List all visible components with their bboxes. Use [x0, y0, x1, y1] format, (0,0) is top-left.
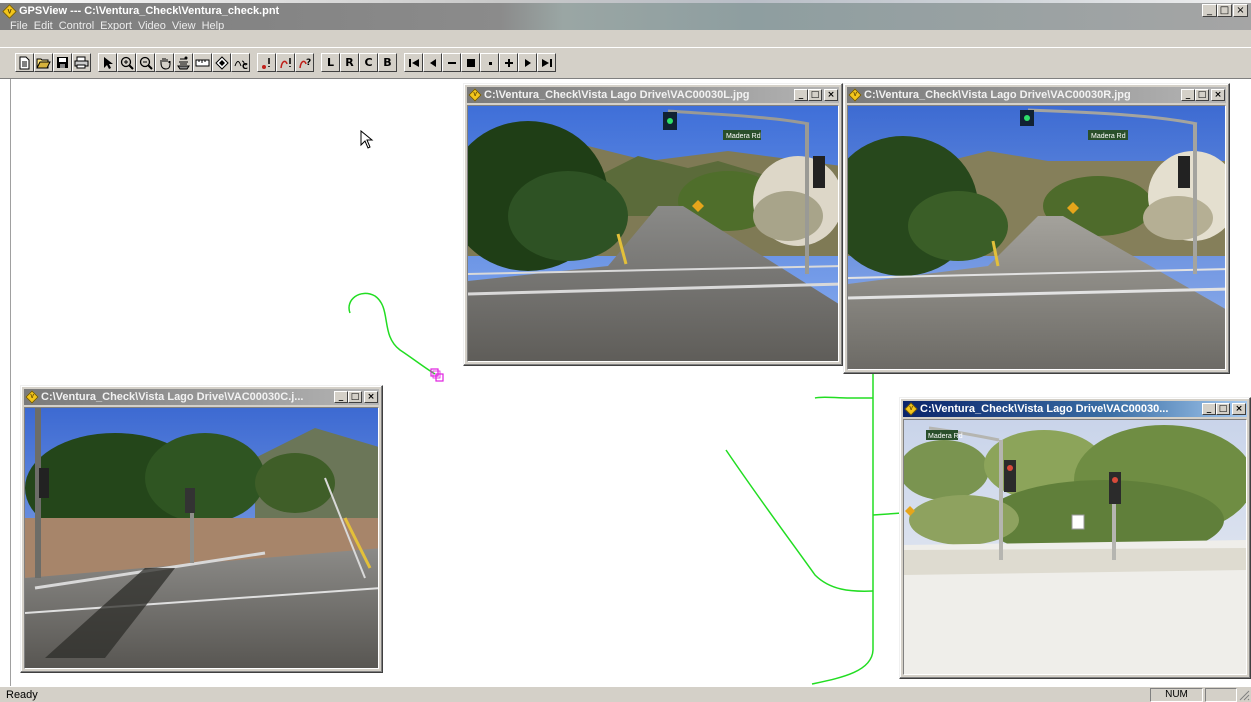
image-window-left-title: C:\Ventura_Check\Vista Lago Drive\VAC000…	[484, 89, 750, 101]
street-photo-left: Madera Rd	[467, 105, 839, 362]
status-text: Ready	[6, 689, 38, 701]
status-bar: Ready NUM	[0, 686, 1251, 702]
close-button[interactable]: ×	[824, 89, 838, 101]
image-window-left[interactable]: V C:\Ventura_Check\Vista Lago Drive\VAC0…	[463, 83, 843, 366]
gps-track-curve	[348, 292, 436, 375]
status-pane-empty	[1205, 688, 1237, 702]
minimize-button[interactable]: _	[794, 89, 808, 101]
image-window-center[interactable]: V C:\Ventura_Check\Vista Lago Drive\VAC0…	[20, 385, 383, 673]
image-window-back[interactable]: V C:\Ventura_Check\Vista Lago Drive\VAC0…	[899, 397, 1251, 679]
image-window-right-title: C:\Ventura_Check\Vista Lago Drive\VAC000…	[864, 89, 1131, 101]
maximize-button[interactable]: □	[1216, 403, 1230, 415]
num-lock-indicator: NUM	[1150, 688, 1203, 702]
mouse-cursor	[360, 130, 374, 149]
minimize-button[interactable]: _	[1202, 403, 1216, 415]
resize-grip-icon[interactable]	[1238, 689, 1250, 701]
street-sign-text: Madera Rd	[726, 133, 761, 140]
street-photo-right: Madera Rd	[847, 105, 1226, 370]
maximize-button[interactable]: □	[1195, 89, 1209, 101]
street-photo-back: Madera Rd	[903, 419, 1247, 675]
app-icon: V	[848, 88, 862, 102]
close-button[interactable]: ×	[1211, 89, 1225, 101]
gps-track-branch-right	[872, 512, 903, 516]
maximize-button[interactable]: □	[808, 89, 822, 101]
image-window-center-title: C:\Ventura_Check\Vista Lago Drive\VAC000…	[41, 391, 304, 403]
street-photo-center	[24, 407, 379, 669]
image-window-center-titlebar[interactable]: V C:\Ventura_Check\Vista Lago Drive\VAC0…	[24, 389, 379, 405]
street-sign-text: Madera Rd	[1091, 133, 1126, 140]
close-button[interactable]: ×	[364, 391, 378, 403]
image-window-left-titlebar[interactable]: V C:\Ventura_Check\Vista Lago Drive\VAC0…	[467, 87, 839, 103]
image-window-back-titlebar[interactable]: V C:\Ventura_Check\Vista Lago Drive\VAC0…	[903, 401, 1247, 417]
app-icon: V	[468, 88, 482, 102]
street-sign-text: Madera Rd	[928, 433, 963, 440]
image-window-right[interactable]: V C:\Ventura_Check\Vista Lago Drive\VAC0…	[843, 83, 1230, 374]
app-icon: V	[904, 402, 918, 416]
image-window-right-titlebar[interactable]: V C:\Ventura_Check\Vista Lago Drive\VAC0…	[847, 87, 1226, 103]
gps-track-main	[811, 372, 874, 685]
gps-track-branch-upper	[814, 396, 873, 399]
minimize-button[interactable]: _	[1181, 89, 1195, 101]
gps-track-branch-lower	[725, 449, 874, 592]
close-button[interactable]: ×	[1232, 403, 1246, 415]
maximize-button[interactable]: □	[348, 391, 362, 403]
minimize-button[interactable]: _	[334, 391, 348, 403]
current-position-marker	[430, 368, 444, 382]
image-window-back-title: C:\Ventura_Check\Vista Lago Drive\VAC000…	[920, 403, 1169, 415]
app-icon: V	[25, 390, 39, 404]
